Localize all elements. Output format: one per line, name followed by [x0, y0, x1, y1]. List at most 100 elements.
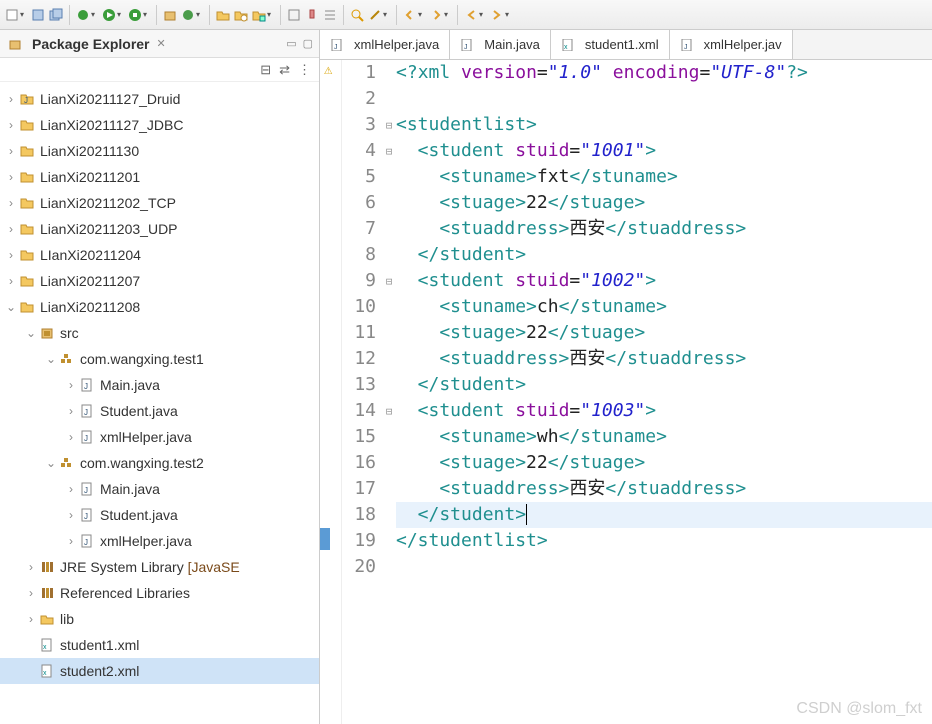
dropdown-icon[interactable]: ▾ — [91, 10, 99, 19]
warning-icon[interactable]: ⚠ — [320, 60, 341, 80]
project-node[interactable]: ›LianXi20211203_UDP — [0, 216, 319, 242]
dropdown-icon[interactable]: ▾ — [383, 10, 391, 19]
file-label: student2.xml — [60, 663, 139, 679]
maximize-icon[interactable]: ▢ — [303, 37, 313, 50]
open-type-icon[interactable] — [233, 7, 249, 23]
folder-node[interactable]: ›lib — [0, 606, 319, 632]
java-file[interactable]: ›JMain.java — [0, 476, 319, 502]
file-label: xmlHelper.java — [100, 429, 192, 445]
task-icon[interactable] — [286, 7, 302, 23]
project-node[interactable]: ›LianXi20211207 — [0, 268, 319, 294]
svg-text:x: x — [564, 44, 568, 51]
project-tree[interactable]: ›JLianXi20211127_Druid ›LianXi20211127_J… — [0, 82, 319, 724]
forward-icon[interactable] — [489, 7, 505, 23]
save-all-icon[interactable] — [48, 7, 64, 23]
nav-prev-icon[interactable] — [402, 7, 418, 23]
run-ext-icon[interactable] — [127, 7, 143, 23]
svg-text:J: J — [84, 538, 88, 547]
dropdown-icon[interactable]: ▾ — [505, 10, 513, 19]
package-icon — [58, 350, 76, 368]
package-node[interactable]: ⌄com.wangxing.test2 — [0, 450, 319, 476]
editor-tabs: JxmlHelper.java JMain.java xstudent1.xml… — [320, 30, 932, 60]
package-explorer-view: Package Explorer ✕ ▭ ▢ ⊟ ⇄ ⋮ ›JLianXi202… — [0, 30, 320, 724]
xml-file[interactable]: xstudent1.xml — [0, 632, 319, 658]
project-node[interactable]: ›LianXi20211127_JDBC — [0, 112, 319, 138]
code-editor[interactable]: ⚠ 1 2 3 4 5 6 7 8 9 10 11 12 13 14 15 16… — [320, 60, 932, 724]
new-pkg-icon[interactable] — [162, 7, 178, 23]
close-view-icon[interactable]: ✕ — [156, 37, 165, 50]
java-file-icon: J — [460, 38, 474, 52]
watermark: CSDN @slom_fxt — [796, 700, 922, 718]
dropdown-icon[interactable]: ▾ — [143, 10, 151, 19]
minimize-icon[interactable]: ▭ — [286, 37, 296, 50]
save-icon[interactable] — [30, 7, 46, 23]
link-editor-icon[interactable]: ⇄ — [279, 62, 290, 78]
tab-label: xmlHelper.java — [354, 37, 439, 52]
ref-libraries[interactable]: ›Referenced Libraries — [0, 580, 319, 606]
folder-icon — [38, 610, 56, 628]
search-icon[interactable] — [349, 7, 365, 23]
svg-text:J: J — [84, 512, 88, 521]
dropdown-icon[interactable]: ▾ — [117, 10, 125, 19]
open-res-icon[interactable] — [251, 7, 267, 23]
project-label: LianXi20211130 — [40, 143, 139, 159]
tab-label: xmlHelper.jav — [704, 37, 782, 52]
java-file-icon: J — [78, 428, 96, 446]
java-file[interactable]: ›JStudent.java — [0, 502, 319, 528]
java-file[interactable]: ›JStudent.java — [0, 398, 319, 424]
project-node[interactable]: ›LianXi20211201 — [0, 164, 319, 190]
back-icon[interactable] — [463, 7, 479, 23]
fold-icon[interactable]: ⊟ — [382, 268, 396, 294]
dropdown-icon[interactable]: ▾ — [20, 10, 28, 19]
pin-icon[interactable] — [304, 7, 320, 23]
xml-file[interactable]: xstudent2.xml — [0, 658, 319, 684]
nav-next-icon[interactable] — [428, 7, 444, 23]
src-folder[interactable]: ⌄src — [0, 320, 319, 346]
dropdown-icon[interactable]: ▾ — [444, 10, 452, 19]
svg-text:J: J — [84, 382, 88, 391]
code-content[interactable]: <?xml version="1.0" encoding="UTF-8"?> <… — [396, 60, 932, 724]
jre-library[interactable]: ›JRE System Library [JavaSE — [0, 554, 319, 580]
dropdown-icon[interactable]: ▾ — [479, 10, 487, 19]
tab-xmlhelper2[interactable]: JxmlHelper.jav — [670, 30, 793, 59]
new-class-icon[interactable] — [180, 7, 196, 23]
project-node[interactable]: ⌄LianXi20211208 — [0, 294, 319, 320]
collapse-all-icon[interactable]: ⊟ — [260, 62, 271, 78]
open-folder-icon[interactable] — [215, 7, 231, 23]
view-menu-icon[interactable]: ⋮ — [298, 62, 311, 78]
tab-main[interactable]: JMain.java — [450, 30, 551, 59]
project-node[interactable]: ›JLianXi20211127_Druid — [0, 86, 319, 112]
debug-icon[interactable] — [75, 7, 91, 23]
line-number: 5 — [342, 164, 376, 190]
fold-icon[interactable]: ⊟ — [382, 138, 396, 164]
java-file[interactable]: ›JxmlHelper.java — [0, 424, 319, 450]
tab-student1[interactable]: xstudent1.xml — [551, 30, 670, 59]
new-icon[interactable] — [4, 7, 20, 23]
java-file[interactable]: ›JxmlHelper.java — [0, 528, 319, 554]
package-label: com.wangxing.test1 — [80, 351, 204, 367]
run-icon[interactable] — [101, 7, 117, 23]
line-number: 8 — [342, 242, 376, 268]
java-file[interactable]: ›JMain.java — [0, 372, 319, 398]
java-file-icon: J — [330, 38, 344, 52]
project-label: LianXi20211127_Druid — [40, 91, 180, 107]
svg-text:J: J — [24, 96, 28, 105]
file-label: Main.java — [100, 377, 160, 393]
project-node[interactable]: ›LianXi20211130 — [0, 138, 319, 164]
library-label: JRE System Library — [60, 559, 184, 575]
fold-icon[interactable]: ⊟ — [382, 112, 396, 138]
line-number: 10 — [342, 294, 376, 320]
fold-icon[interactable]: ⊟ — [382, 398, 396, 424]
file-label: xmlHelper.java — [100, 533, 192, 549]
dropdown-icon[interactable]: ▾ — [418, 10, 426, 19]
dropdown-icon[interactable]: ▾ — [267, 10, 275, 19]
project-node[interactable]: ›LianXi20211202_TCP — [0, 190, 319, 216]
list-icon[interactable] — [322, 7, 338, 23]
svg-text:J: J — [84, 486, 88, 495]
project-node[interactable]: ›LIanXi20211204 — [0, 242, 319, 268]
package-node[interactable]: ⌄com.wangxing.test1 — [0, 346, 319, 372]
wand-icon[interactable] — [367, 7, 383, 23]
tab-xmlhelper[interactable]: JxmlHelper.java — [320, 30, 450, 59]
dropdown-icon[interactable]: ▾ — [196, 10, 204, 19]
line-number: 20 — [342, 554, 376, 580]
